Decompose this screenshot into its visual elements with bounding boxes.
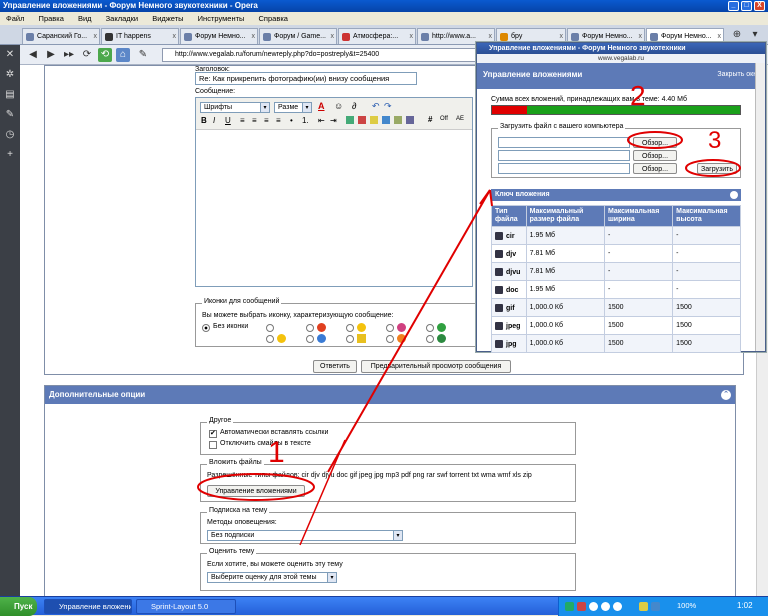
system-tray: 100% 1:02 (558, 597, 768, 616)
task-sprint-layout[interactable]: Sprint-Layout 5.0 (136, 599, 236, 614)
zoom-level[interactable]: 100% (677, 601, 696, 610)
media-next-icon[interactable] (613, 602, 622, 611)
annotation-circle-browse (627, 131, 683, 149)
volume-icon[interactable] (651, 602, 660, 611)
tray-icon[interactable] (639, 602, 648, 611)
annotation-arrow (327, 189, 491, 473)
media-prev-icon[interactable] (589, 602, 598, 611)
tray-icon[interactable] (577, 602, 586, 611)
start-button[interactable]: Пуск (0, 597, 37, 616)
annotation-number-3: 3 (708, 127, 721, 154)
annotation-number-1: 1 (268, 436, 285, 469)
media-play-icon[interactable] (601, 602, 610, 611)
task-attachments[interactable]: Управление вложениями... (44, 599, 132, 614)
taskbar: Пуск Управление вложениями... Sprint-Lay… (0, 596, 768, 616)
annotation-circle-upload (685, 159, 741, 177)
tray-icon[interactable] (565, 602, 574, 611)
annotation-circle-manage (197, 473, 315, 501)
clock: 1:02 (737, 601, 753, 610)
annotation-overlay: 1 2 3 (197, 80, 741, 546)
annotation-number-2: 2 (630, 80, 646, 111)
